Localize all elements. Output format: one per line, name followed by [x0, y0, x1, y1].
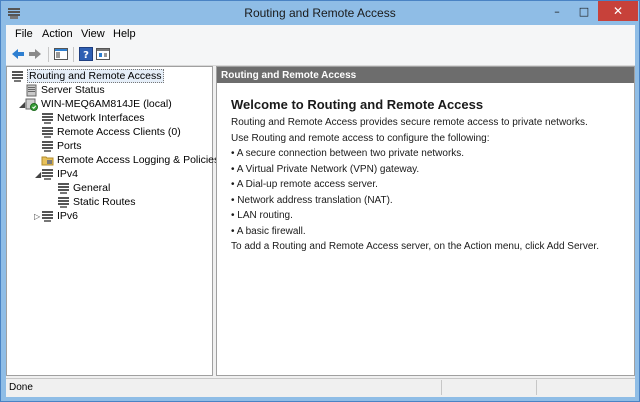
properties-icon[interactable]: [95, 46, 111, 62]
tree-item-general[interactable]: General: [57, 181, 110, 195]
bullet-item: • Network address translation (NAT).: [231, 194, 393, 206]
tree-item-label: Routing and Remote Access: [27, 69, 164, 83]
tree-item-label: Static Routes: [73, 196, 136, 208]
help-icon[interactable]: ?: [78, 46, 94, 62]
details-header: Routing and Remote Access: [217, 67, 634, 83]
status-text: Done: [9, 382, 33, 393]
expand-collapse-toggle[interactable]: ▷: [34, 212, 40, 221]
menu-bar: File Action View Help: [6, 25, 635, 43]
welcome-title: Welcome to Routing and Remote Access: [231, 97, 484, 112]
tree-item-server-status[interactable]: Server Status: [25, 83, 105, 97]
svg-text:?: ?: [83, 50, 89, 61]
general-icon: [58, 182, 69, 194]
panes: Routing and Remote Access Server Status …: [6, 66, 635, 376]
tree-item-label: General: [73, 182, 111, 194]
ipv6-icon: [42, 210, 53, 222]
tree-item-network-interfaces[interactable]: Network Interfaces: [41, 111, 145, 125]
instruction-line: To add a Routing and Remote Access serve…: [231, 241, 599, 252]
toolbar: ?: [6, 43, 635, 66]
title-bar[interactable]: Routing and Remote Access – □ ✕: [1, 1, 639, 25]
local-server-icon: [25, 98, 38, 111]
remote-clients-icon: [42, 126, 53, 138]
tree-item-label: Ports: [57, 140, 82, 152]
welcome-content: Welcome to Routing and Remote Access Rou…: [231, 97, 626, 255]
server-icon: [12, 70, 23, 82]
tree-item-static-routes[interactable]: Static Routes: [57, 195, 135, 209]
console-tree[interactable]: Routing and Remote Access Server Status …: [6, 66, 219, 376]
show-hide-console-tree-icon[interactable]: [53, 46, 69, 62]
tree-item-ports[interactable]: Ports: [41, 139, 82, 153]
status-cell: [441, 380, 442, 395]
back-arrow-icon[interactable]: [10, 46, 26, 62]
close-button[interactable]: ✕: [598, 1, 638, 21]
tree-item-label: Remote Access Logging & Policies: [57, 154, 220, 166]
static-routes-icon: [58, 196, 69, 208]
bullet-item: • A Dial-up remote access server.: [231, 179, 378, 190]
menu-view[interactable]: View: [81, 28, 105, 40]
app-window: Routing and Remote Access – □ ✕ File Act…: [0, 0, 640, 402]
minimize-button[interactable]: –: [544, 1, 570, 21]
bullet-item: • A secure connection between two privat…: [231, 148, 465, 159]
tree-item-label: WIN-MEQ6AM814JE (local): [41, 98, 172, 110]
tree-item-label: Server Status: [41, 84, 105, 96]
tree-item-local-server[interactable]: WIN-MEQ6AM814JE (local): [25, 97, 172, 111]
bullet-item: • A basic firewall.: [231, 225, 306, 237]
tree-item-routing-root[interactable]: Routing and Remote Access: [11, 69, 164, 83]
network-interfaces-icon: [42, 112, 53, 124]
tree-item-ipv6[interactable]: IPv6: [41, 209, 78, 223]
server-status-icon: [26, 84, 37, 96]
toolbar-separator: [73, 47, 74, 62]
tree-item-label: Remote Access Clients (0): [57, 126, 181, 138]
description-line: Routing and Remote Access provides secur…: [231, 117, 588, 128]
tree-item-logging-policies[interactable]: Remote Access Logging & Policies: [41, 153, 219, 167]
bullet-item: • LAN routing.: [231, 210, 293, 221]
ipv4-icon: [42, 168, 53, 180]
client-area: File Action View Help ? Routing and Remo…: [6, 25, 635, 397]
folder-icon: [41, 156, 54, 165]
tree-item-remote-access-clients[interactable]: Remote Access Clients (0): [41, 125, 181, 139]
status-bar: Done: [6, 378, 635, 397]
details-pane: Routing and Remote Access Welcome to Rou…: [216, 66, 635, 376]
toolbar-separator: [48, 47, 49, 62]
maximize-button[interactable]: □: [571, 1, 597, 21]
status-cell: [536, 380, 537, 395]
tree-item-label: IPv4: [57, 168, 79, 180]
menu-help[interactable]: Help: [113, 28, 136, 40]
bullet-item: • A Virtual Private Network (VPN) gatewa…: [231, 163, 420, 175]
ports-icon: [42, 140, 53, 152]
description-line: Use Routing and remote access to configu…: [231, 132, 490, 144]
menu-file[interactable]: File: [15, 28, 33, 40]
menu-action[interactable]: Action: [42, 28, 73, 40]
tree-item-label: IPv6: [57, 210, 79, 222]
tree-item-label: Network Interfaces: [57, 112, 145, 124]
forward-arrow-icon[interactable]: [27, 46, 43, 62]
tree-item-ipv4[interactable]: IPv4: [41, 167, 78, 181]
